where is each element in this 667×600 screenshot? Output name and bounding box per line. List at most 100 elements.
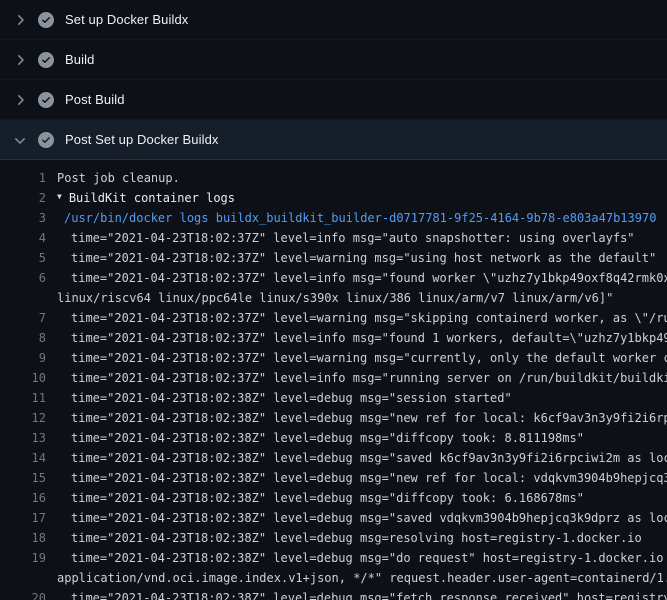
log-line-text: ▼time="2021-04-23T18:02:38Z" level=debug… <box>57 448 667 468</box>
log-line-number[interactable]: 16 <box>0 488 46 508</box>
log-line-text: ▼time="2021-04-23T18:02:38Z" level=debug… <box>57 528 642 548</box>
log-line: 18 ▼time="2021-04-23T18:02:38Z" level=de… <box>0 528 667 548</box>
log-line-message: time="2021-04-23T18:02:37Z" level=info m… <box>71 268 667 288</box>
log-line: 20 ▼time="2021-04-23T18:02:38Z" level=de… <box>0 588 667 600</box>
log-line-text: ▼/usr/bin/docker logs buildx_buildkit_bu… <box>57 208 656 228</box>
log-line-number[interactable]: 1 <box>0 168 46 188</box>
log-line: 1 ▼Post job cleanup. <box>0 168 667 188</box>
log-line-number[interactable]: 8 <box>0 328 46 348</box>
log-line-text: ▼time="2021-04-23T18:02:37Z" level=info … <box>57 228 635 248</box>
log-line-number[interactable] <box>0 568 46 588</box>
log-command-text: /usr/bin/docker logs buildx_buildkit_bui… <box>64 208 656 228</box>
log-line-text: ▼linux/riscv64 linux/ppc64le linux/s390x… <box>57 288 613 308</box>
log-line: 12 ▼time="2021-04-23T18:02:38Z" level=de… <box>0 408 667 428</box>
log-line: 2 ▼ BuildKit container logs <box>0 188 667 208</box>
chevron-icon <box>12 92 28 108</box>
log-panel: 1 ▼Post job cleanup. 2 ▼ BuildKit contain… <box>0 160 667 600</box>
log-line-number[interactable]: 20 <box>0 588 46 600</box>
log-line: 3 ▼/usr/bin/docker logs buildx_buildkit_… <box>0 208 667 228</box>
log-line-message: time="2021-04-23T18:02:37Z" level=info m… <box>71 228 635 248</box>
log-line-number[interactable]: 13 <box>0 428 46 448</box>
log-line-number[interactable]: 4 <box>0 228 46 248</box>
log-line-message: time="2021-04-23T18:02:38Z" level=debug … <box>71 388 512 408</box>
log-line-number[interactable]: 10 <box>0 368 46 388</box>
log-line-text: ▼time="2021-04-23T18:02:37Z" level=warni… <box>57 348 667 368</box>
log-line: 10 ▼time="2021-04-23T18:02:37Z" level=in… <box>0 368 667 388</box>
step-header-2[interactable]: Post Build <box>0 80 667 120</box>
log-line: 5 ▼time="2021-04-23T18:02:37Z" level=war… <box>0 248 667 268</box>
log-line-number[interactable]: 5 <box>0 248 46 268</box>
check-circle-icon <box>38 52 54 68</box>
step-title: Post Build <box>65 92 125 107</box>
log-line-number[interactable]: 3 <box>0 208 46 228</box>
log-line-number[interactable]: 11 <box>0 388 46 408</box>
log-line-number[interactable]: 19 <box>0 548 46 568</box>
check-circle-icon <box>38 132 54 148</box>
log-line-message: time="2021-04-23T18:02:37Z" level=warnin… <box>71 348 667 368</box>
log-line-message: time="2021-04-23T18:02:38Z" level=debug … <box>71 468 667 488</box>
log-line-number[interactable]: 9 <box>0 348 46 368</box>
log-line-number[interactable]: 17 <box>0 508 46 528</box>
chevron-icon <box>12 12 28 28</box>
steps-list: Set up Docker Buildx Build Post Build <box>0 0 667 160</box>
log-line-text: ▼time="2021-04-23T18:02:37Z" level=info … <box>57 328 667 348</box>
log-line: 19 ▼time="2021-04-23T18:02:38Z" level=de… <box>0 548 667 568</box>
group-triangle-icon: ▼ <box>57 187 62 207</box>
log-line-message: time="2021-04-23T18:02:38Z" level=debug … <box>71 548 667 568</box>
step-header-0[interactable]: Set up Docker Buildx <box>0 0 667 40</box>
log-line-message: time="2021-04-23T18:02:38Z" level=debug … <box>71 408 667 428</box>
log-line-message: linux/riscv64 linux/ppc64le linux/s390x … <box>57 288 613 308</box>
log-line: 16 ▼time="2021-04-23T18:02:38Z" level=de… <box>0 488 667 508</box>
chevron-icon <box>12 132 28 148</box>
check-circle-icon <box>38 92 54 108</box>
log-line-text: ▼time="2021-04-23T18:02:37Z" level=warni… <box>57 248 656 268</box>
log-line-text: ▼time="2021-04-23T18:02:38Z" level=debug… <box>57 408 667 428</box>
log-line-number[interactable]: 7 <box>0 308 46 328</box>
log-line: 6 ▼time="2021-04-23T18:02:37Z" level=inf… <box>0 268 667 288</box>
chevron-icon <box>12 52 28 68</box>
step-header-1[interactable]: Build <box>0 40 667 80</box>
log-line-text: ▼time="2021-04-23T18:02:37Z" level=info … <box>57 368 667 388</box>
step-title: Set up Docker Buildx <box>65 12 188 27</box>
log-line-message: time="2021-04-23T18:02:38Z" level=debug … <box>71 588 667 600</box>
log-line-number[interactable]: 2 <box>0 188 46 208</box>
log-line-message: Post job cleanup. <box>57 168 180 188</box>
log-line: 13 ▼time="2021-04-23T18:02:38Z" level=de… <box>0 428 667 448</box>
log-line-message: time="2021-04-23T18:02:38Z" level=debug … <box>71 488 584 508</box>
log-line-number[interactable]: 15 <box>0 468 46 488</box>
log-line-text: ▼time="2021-04-23T18:02:37Z" level=warni… <box>57 308 667 328</box>
log-line-text: ▼application/vnd.oci.image.index.v1+json… <box>57 568 667 588</box>
log-line-text: ▼time="2021-04-23T18:02:38Z" level=debug… <box>57 548 667 568</box>
log-line: 7 ▼time="2021-04-23T18:02:37Z" level=war… <box>0 308 667 328</box>
actions-log-viewer: Set up Docker Buildx Build Post Build <box>0 0 667 600</box>
log-line-message: application/vnd.oci.image.index.v1+json,… <box>57 568 667 588</box>
log-line-text: ▼time="2021-04-23T18:02:38Z" level=debug… <box>57 488 584 508</box>
log-group-toggle[interactable]: ▼ BuildKit container logs <box>57 188 235 208</box>
log-line: 14 ▼time="2021-04-23T18:02:38Z" level=de… <box>0 448 667 468</box>
log-line: 8 ▼time="2021-04-23T18:02:37Z" level=inf… <box>0 328 667 348</box>
log-line-number[interactable]: 18 <box>0 528 46 548</box>
log-line-message: time="2021-04-23T18:02:38Z" level=debug … <box>71 428 584 448</box>
log-line-text: ▼Post job cleanup. <box>57 168 180 188</box>
step-header-3[interactable]: Post Set up Docker Buildx <box>0 120 667 160</box>
log-line-message: time="2021-04-23T18:02:38Z" level=debug … <box>71 528 642 548</box>
log-line-text: ▼time="2021-04-23T18:02:38Z" level=debug… <box>57 508 667 528</box>
log-line-number[interactable]: 14 <box>0 448 46 468</box>
log-line-message: time="2021-04-23T18:02:37Z" level=warnin… <box>71 308 667 328</box>
log-line-message: time="2021-04-23T18:02:37Z" level=info m… <box>71 368 667 388</box>
log-line: 15 ▼time="2021-04-23T18:02:38Z" level=de… <box>0 468 667 488</box>
log-line-message: time="2021-04-23T18:02:38Z" level=debug … <box>71 448 667 468</box>
log-line-message: time="2021-04-23T18:02:38Z" level=debug … <box>71 508 667 528</box>
log-line-message: BuildKit container logs <box>69 188 235 208</box>
log-line-text: ▼time="2021-04-23T18:02:37Z" level=info … <box>57 268 667 288</box>
log-line-number[interactable]: 6 <box>0 268 46 288</box>
step-title: Post Set up Docker Buildx <box>65 132 219 147</box>
log-line-text: ▼time="2021-04-23T18:02:38Z" level=debug… <box>57 428 584 448</box>
log-line-text: ▼time="2021-04-23T18:02:38Z" level=debug… <box>57 588 667 600</box>
log-line-number[interactable]: 12 <box>0 408 46 428</box>
log-line: 9 ▼time="2021-04-23T18:02:37Z" level=war… <box>0 348 667 368</box>
log-line-number[interactable] <box>0 288 46 308</box>
log-line: 4 ▼time="2021-04-23T18:02:37Z" level=inf… <box>0 228 667 248</box>
log-line-message: time="2021-04-23T18:02:37Z" level=warnin… <box>71 248 656 268</box>
step-title: Build <box>65 52 94 67</box>
